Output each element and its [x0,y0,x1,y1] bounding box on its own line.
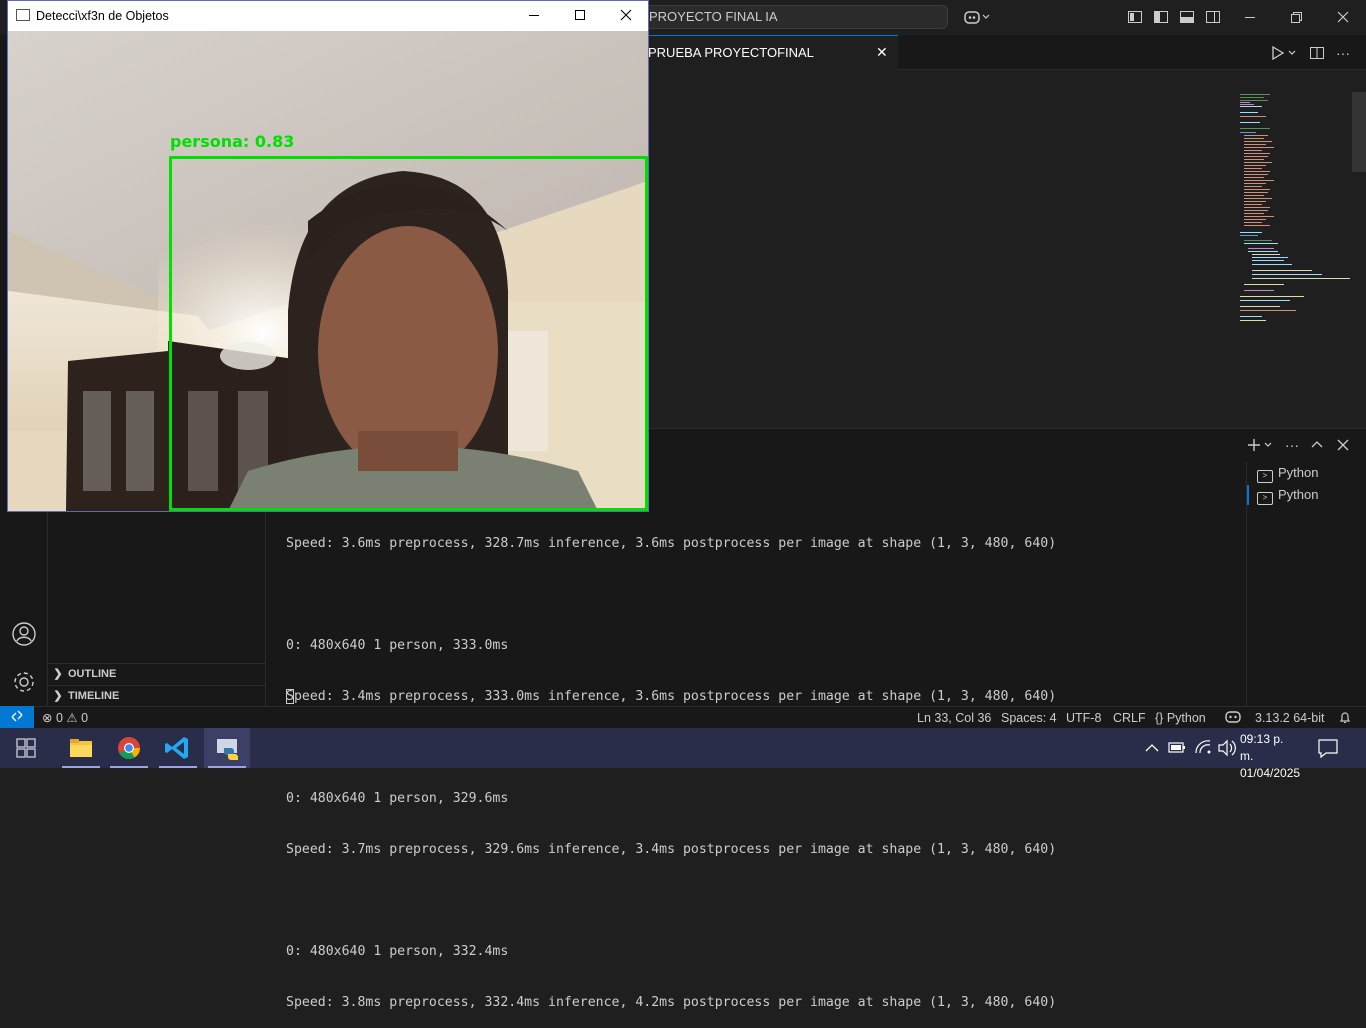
terminal-tab-python-active[interactable]: > Python [1247,485,1357,505]
maximize-panel-icon[interactable] [1309,437,1325,453]
terminal-line: Speed: 3.7ms preprocess, 329.6ms inferen… [286,842,1057,857]
detection-maximize-icon[interactable] [557,1,603,31]
problems-status[interactable]: ⊗ 0 ⚠ 0 [42,707,88,729]
toggle-secondary-sidebar-icon[interactable] [1205,9,1221,25]
webcam-video-frame: persona: 0.83 [8,31,648,511]
close-icon[interactable] [1335,9,1351,25]
status-bar: ⊗ 0 ⚠ 0 Ln 33, Col 36 Spaces: 4 UTF-8 CR… [0,706,1366,728]
clock-time: 09:13 p. m. [1240,732,1284,763]
close-panel-icon[interactable] [1335,437,1351,453]
windows-taskbar [0,728,1366,768]
taskbar-clock[interactable]: 09:13 p. m. 01/04/2025 [1240,731,1300,782]
manage-gear-icon[interactable] [12,670,36,694]
remote-indicator-icon[interactable] [0,706,34,728]
toggle-primary-sidebar-icon[interactable] [1153,9,1169,25]
split-editor-icon[interactable] [1309,45,1325,61]
terminal-tabs-list: > Python > Python [1246,462,1366,706]
warning-icon: ⚠ [66,711,78,725]
terminal-line: Speed: 3.4ms preprocess, 333.0ms inferen… [286,689,1057,704]
indentation[interactable]: Spaces: 4 [1001,707,1057,729]
terminal-line: 0: 480x640 1 person, 332.4ms [286,944,509,959]
detection-close-icon[interactable] [603,1,649,31]
minimap[interactable] [1236,92,1350,332]
terminal-tab-python[interactable]: > Python [1257,463,1357,483]
start-button[interactable] [3,728,49,768]
timeline-section-header[interactable]: ❯ TIMELINE [48,685,265,707]
copilot-status-icon[interactable] [1225,707,1241,729]
error-icon: ⊗ [42,711,53,725]
new-terminal-icon[interactable] [1246,437,1274,453]
customize-layout-icon[interactable] [1127,9,1143,25]
braces-icon: {} [1155,711,1164,725]
terminal-more-icon[interactable]: ··· [1284,437,1300,453]
restore-icon[interactable] [1288,9,1304,25]
notification-center-icon[interactable] [1314,728,1342,768]
notifications-bell-icon[interactable] [1338,707,1352,729]
battery-icon[interactable] [1167,728,1187,768]
terminal-cursor [286,689,294,704]
python-window-taskbar-icon[interactable] [204,728,250,768]
accounts-icon[interactable] [12,622,36,646]
window-app-icon [16,9,30,21]
detection-label: persona: 0.83 [170,132,295,151]
chevron-right-icon: ❯ [53,668,63,680]
cursor-position[interactable]: Ln 33, Col 36 [917,707,991,729]
editor-scrollbar[interactable] [1352,92,1366,172]
language-label: Python [1166,711,1206,725]
copilot-icon[interactable] [964,9,990,25]
chrome-taskbar-icon[interactable] [106,728,152,768]
vscode-taskbar-icon[interactable] [155,728,201,768]
python-interpreter[interactable]: 3.13.2 64-bit [1255,707,1325,729]
language-mode[interactable]: {} Python [1155,707,1206,729]
outline-section-header[interactable]: ❯ OUTLINE [48,663,265,685]
end-of-line[interactable]: CRLF [1113,707,1146,729]
volume-speaker-icon[interactable] [1216,728,1236,768]
encoding[interactable]: UTF-8 [1066,707,1101,729]
outline-label: OUTLINE [68,668,117,680]
run-python-file-icon[interactable] [1270,45,1298,61]
error-count: 0 [55,711,63,725]
terminal-icon: > [1257,470,1273,483]
command-center-label: PROYECTO FINAL IA [649,9,778,24]
detection-bounding-box [169,156,648,511]
chevron-right-icon: ❯ [53,690,63,702]
terminal-tab-label: Python [1278,487,1319,502]
terminal-icon: > [1257,492,1273,505]
warning-count: 0 [81,711,89,725]
show-hidden-icons-chevron-up-icon[interactable] [1143,728,1161,768]
command-center-search[interactable]: PROYECTO FINAL IA [640,5,948,29]
terminal-line: Speed: 3.6ms preprocess, 328.7ms inferen… [286,536,1057,551]
file-explorer-taskbar-icon[interactable] [58,728,104,768]
wifi-network-icon[interactable] [1193,728,1213,768]
tab-active-file[interactable]: PRUEBA PROYECTOFINAL ANA_CEJA.py [640,35,898,93]
tab-close-icon[interactable]: ✕ [876,44,890,60]
minimize-icon[interactable] [1242,9,1258,25]
toggle-panel-icon[interactable] [1179,9,1195,25]
detection-minimize-icon[interactable] [511,1,557,31]
more-actions-icon[interactable]: ··· [1335,45,1351,61]
terminal-line: 0: 480x640 1 person, 329.6ms [286,791,509,806]
detection-window-title: Detecci\xf3n de Objetos [36,9,169,23]
terminal-tab-label: Python [1278,465,1319,480]
timeline-label: TIMELINE [68,690,120,702]
terminal-line: 0: 480x640 1 person, 333.0ms [286,638,509,653]
terminal-line: Speed: 3.8ms preprocess, 332.4ms inferen… [286,995,1057,1010]
detection-window-titlebar[interactable]: Detecci\xf3n de Objetos [8,1,648,31]
